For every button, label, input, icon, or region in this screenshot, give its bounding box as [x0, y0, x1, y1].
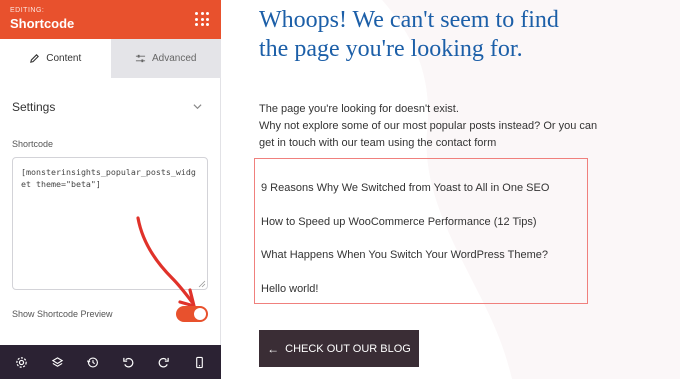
page-headline: Whoops! We can't seem to find the page y…	[259, 7, 559, 62]
popular-post-link[interactable]: What Happens When You Switch Your WordPr…	[261, 249, 548, 261]
popular-post-link[interactable]: 9 Reasons Why We Switched from Yoast to …	[261, 182, 549, 194]
popular-posts-widget: 9 Reasons Why We Switched from Yoast to …	[254, 158, 588, 304]
shortcode-preview-toggle[interactable]	[176, 306, 208, 322]
layers-icon[interactable]	[50, 355, 64, 369]
popular-post-link[interactable]: How to Speed up WooCommerce Performance …	[261, 216, 537, 228]
redo-icon[interactable]	[157, 355, 171, 369]
blog-button-label: CHECK OUT OUR BLOG	[285, 342, 411, 355]
panel-tabs: Content Advanced	[0, 39, 221, 78]
tab-advanced-label: Advanced	[152, 53, 197, 64]
check-out-blog-button[interactable]: ← CHECK OUT OUR BLOG	[259, 330, 419, 367]
toggle-label: Show Shortcode Preview	[12, 309, 113, 319]
bottom-toolbar	[0, 345, 221, 379]
shortcode-textarea[interactable]: [monsterinsights_popular_posts_widget th…	[12, 157, 208, 290]
intro-text: The page you're looking for doesn't exis…	[259, 101, 599, 152]
grid-menu-icon[interactable]	[195, 12, 209, 26]
panel-header: EDITING: Shortcode	[0, 0, 221, 39]
mobile-icon[interactable]	[192, 355, 206, 369]
tab-advanced[interactable]: Advanced	[110, 39, 221, 78]
editing-label: EDITING:	[10, 7, 45, 14]
resize-grip-icon[interactable]	[198, 280, 206, 288]
panel-title: Shortcode	[10, 16, 75, 31]
toggle-knob	[194, 308, 206, 320]
arrow-left-icon: ←	[267, 341, 280, 356]
editor-panel: EDITING: Shortcode Content Advanced Sett…	[0, 0, 221, 379]
page-preview: Whoops! We can't seem to find the page y…	[222, 0, 680, 379]
intro-line-1: The page you're looking for doesn't exis…	[259, 103, 459, 115]
tab-content[interactable]: Content	[0, 39, 111, 78]
tab-content-label: Content	[46, 53, 82, 64]
intro-line-2: Why not explore some of our most popular…	[259, 120, 598, 149]
pencil-icon	[30, 54, 40, 63]
history-icon[interactable]	[86, 355, 100, 369]
undo-icon[interactable]	[121, 355, 135, 369]
chevron-down-icon[interactable]	[193, 102, 202, 111]
popular-post-link[interactable]: Hello world!	[261, 283, 318, 295]
sliders-icon	[135, 54, 146, 63]
gear-icon[interactable]	[15, 355, 29, 369]
settings-section-title[interactable]: Settings	[12, 100, 55, 114]
shortcode-field-label: Shortcode	[12, 139, 54, 149]
